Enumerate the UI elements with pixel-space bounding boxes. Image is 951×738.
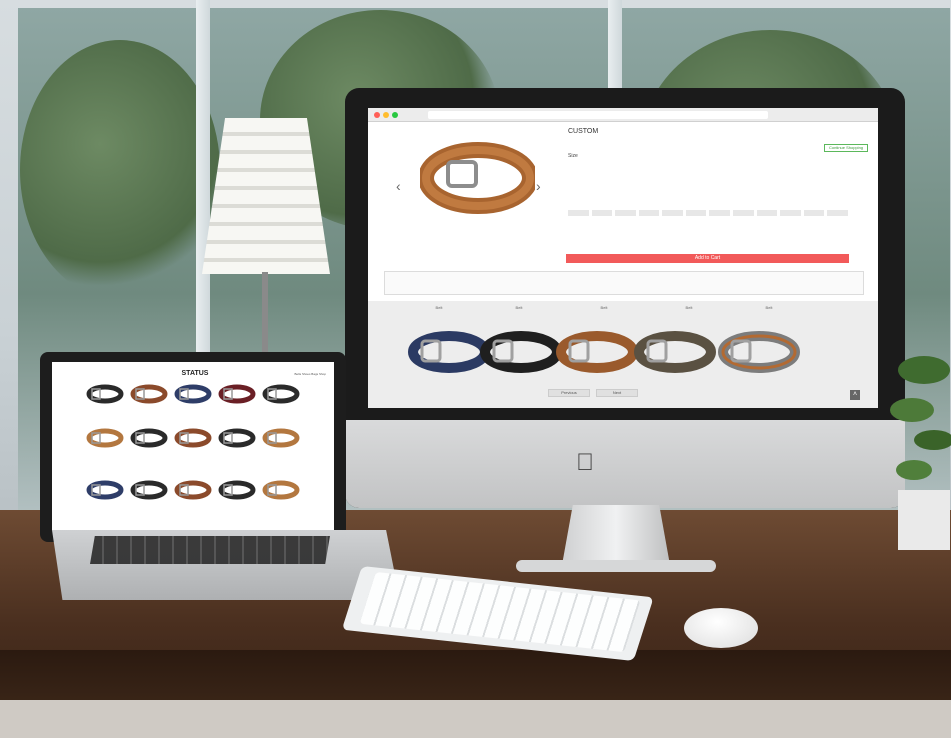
grid-belt-navy[interactable] xyxy=(86,480,124,500)
browser-toolbar xyxy=(368,108,878,122)
continue-shopping-button[interactable]: Continue Shopping xyxy=(824,144,868,152)
floor xyxy=(0,700,951,738)
size-option[interactable] xyxy=(662,210,683,216)
zoom-dot-icon[interactable] xyxy=(392,112,398,118)
grid-belt-black[interactable] xyxy=(262,384,300,404)
size-option[interactable] xyxy=(709,210,731,216)
site-logo[interactable]: STATUS xyxy=(170,370,220,377)
next-button[interactable]: Next xyxy=(596,389,638,397)
product-detail: ‹ › CUSTOM Size Continue Shopping xyxy=(368,122,878,257)
product-belt-image xyxy=(420,142,535,214)
size-option[interactable] xyxy=(615,210,636,216)
chevron-left-icon[interactable]: ‹ xyxy=(396,178,401,194)
product-title: CUSTOM xyxy=(568,128,599,135)
size-label: Size xyxy=(568,153,578,159)
laptop-screen: STATUS Belts Shoes Bags Shop xyxy=(52,362,334,530)
belt-thumb-navy[interactable] xyxy=(408,331,490,373)
chevron-right-icon[interactable]: › xyxy=(536,178,541,194)
close-dot-icon[interactable] xyxy=(374,112,380,118)
gallery-label: Belt xyxy=(600,305,608,310)
grid-belt-black[interactable] xyxy=(86,384,124,404)
size-option[interactable] xyxy=(733,210,754,216)
related-products: Belt Belt Belt Belt Belt Previous Next ˄ xyxy=(368,301,878,408)
gallery-label: Belt xyxy=(515,305,523,310)
magic-mouse xyxy=(684,608,758,648)
desk-scene:  ‹ › CUSTOM Size xyxy=(0,0,951,738)
belt-thumb-gray[interactable] xyxy=(718,331,800,373)
grid-belt-tan[interactable] xyxy=(262,428,300,448)
grid-belt-black[interactable] xyxy=(218,428,256,448)
imac-foot xyxy=(516,560,716,572)
tree-foliage xyxy=(20,40,220,300)
size-option[interactable] xyxy=(803,210,825,216)
grid-belt-black[interactable] xyxy=(130,480,168,500)
grid-belt-brown[interactable] xyxy=(174,428,212,448)
size-option[interactable] xyxy=(780,210,801,216)
gallery-label: Belt xyxy=(765,305,773,310)
imac-stand xyxy=(562,505,670,565)
grid-belt-brown[interactable] xyxy=(130,384,168,404)
size-table xyxy=(384,271,864,295)
imac-chin xyxy=(345,420,905,508)
previous-button[interactable]: Previous xyxy=(548,389,590,397)
size-option[interactable] xyxy=(591,210,613,216)
size-option[interactable] xyxy=(685,210,707,216)
imac-screen: ‹ › CUSTOM Size Continue Shopping Add to… xyxy=(368,108,878,408)
belt-thumb-olive[interactable] xyxy=(634,331,716,373)
belt-thumb-tan[interactable] xyxy=(556,331,638,373)
minimize-dot-icon[interactable] xyxy=(383,112,389,118)
grid-belt-burgundy[interactable] xyxy=(218,384,256,404)
potted-plant xyxy=(890,356,951,550)
grid-belt-black[interactable] xyxy=(130,428,168,448)
belt-thumb-black[interactable] xyxy=(480,331,562,373)
grid-belt-black[interactable] xyxy=(218,480,256,500)
url-bar[interactable] xyxy=(428,111,768,119)
site-nav[interactable]: Belts Shoes Bags Shop xyxy=(294,372,326,376)
size-option[interactable] xyxy=(827,210,848,216)
size-option[interactable] xyxy=(638,210,660,216)
gallery-label: Belt xyxy=(435,305,443,310)
add-to-cart-button[interactable]: Add to Cart xyxy=(566,254,849,263)
grid-belt-navy[interactable] xyxy=(174,384,212,404)
lamp-pole xyxy=(262,272,268,352)
scroll-top-icon[interactable]: ˄ xyxy=(850,390,860,400)
grid-belt-tan[interactable] xyxy=(262,480,300,500)
gallery-label: Belt xyxy=(685,305,693,310)
size-selector xyxy=(568,210,848,216)
size-option[interactable] xyxy=(756,210,778,216)
grid-belt-brown[interactable] xyxy=(174,480,212,500)
size-option[interactable] xyxy=(568,210,589,216)
apple-logo-icon:  xyxy=(574,450,596,476)
grid-belt-tan[interactable] xyxy=(86,428,124,448)
product-info: CUSTOM Size xyxy=(568,128,858,159)
laptop-keyboard xyxy=(90,536,330,564)
